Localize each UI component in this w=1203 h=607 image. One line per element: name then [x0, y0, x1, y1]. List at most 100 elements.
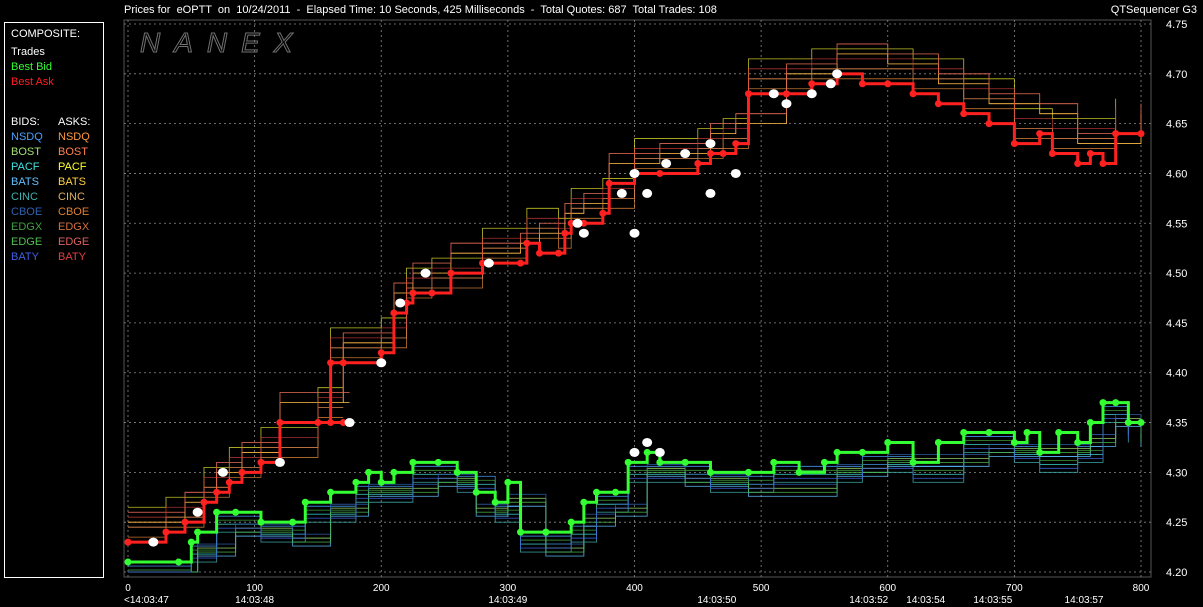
best-bid-point: [1055, 429, 1063, 437]
best-bid-point: [593, 488, 601, 496]
best-bid-point: [289, 518, 297, 526]
x-tick-label: 700: [1006, 583, 1023, 594]
best-ask-point: [200, 498, 208, 506]
best-ask-point: [181, 518, 189, 526]
best-bid-point: [175, 558, 183, 566]
best-bid-point: [1023, 429, 1031, 437]
trade-point: [654, 447, 665, 457]
trade-point: [642, 437, 653, 447]
best-bid-point: [213, 508, 221, 516]
trade-point: [806, 89, 817, 99]
best-ask-point: [1086, 150, 1094, 158]
best-bid-point: [390, 468, 398, 476]
best-ask-point: [314, 419, 322, 427]
best-ask-point: [523, 239, 531, 247]
trade-point: [705, 188, 716, 198]
best-bid-point: [934, 438, 942, 446]
best-bid-point: [377, 478, 385, 486]
trade-point: [420, 268, 431, 278]
best-bid-point: [434, 458, 442, 466]
best-ask-point: [536, 249, 544, 257]
best-bid-point: [681, 458, 689, 466]
best-bid-point: [884, 438, 892, 446]
best-ask-point: [599, 209, 607, 217]
best-bid-point: [327, 488, 335, 496]
best-bid-point: [909, 458, 917, 466]
time-label: <14:03:47: [124, 595, 169, 606]
best-ask-point: [124, 538, 132, 546]
trade-point: [629, 447, 640, 457]
watermark: NANEX: [140, 27, 306, 58]
best-bid-point: [795, 468, 803, 476]
x-tick-label: 500: [753, 583, 770, 594]
best-bid-point: [257, 518, 265, 526]
y-tick-label: 4.25: [1166, 517, 1187, 529]
time-label: 14:03:54: [906, 595, 945, 606]
best-ask-point: [162, 528, 170, 536]
best-bid-point: [656, 458, 664, 466]
trade-point: [483, 258, 494, 268]
trade-point: [344, 418, 355, 428]
trade-point: [274, 457, 285, 467]
best-ask-point: [960, 110, 968, 118]
time-label: 14:03:50: [697, 595, 736, 606]
time-label: 14:03:55: [973, 595, 1012, 606]
y-tick-label: 4.40: [1166, 368, 1187, 380]
best-bid-point: [1112, 399, 1120, 407]
best-bid-point: [1099, 399, 1107, 407]
y-tick-label: 4.45: [1166, 318, 1187, 330]
best-bid-point: [624, 458, 632, 466]
best-ask-point: [732, 140, 740, 148]
best-ask-point: [858, 80, 866, 88]
best-ask-point: [884, 80, 892, 88]
best-ask-point: [447, 269, 455, 277]
x-tick-label: 0: [125, 583, 131, 594]
best-bid-point: [1036, 448, 1044, 456]
best-ask-point: [744, 90, 752, 98]
best-ask-point: [555, 249, 563, 257]
best-bid-point: [858, 448, 866, 456]
y-tick-label: 4.75: [1166, 19, 1187, 31]
trade-point: [661, 158, 672, 168]
best-ask-point: [1036, 130, 1044, 138]
best-bid-point: [491, 498, 499, 506]
best-ask-point: [327, 419, 335, 427]
trade-point: [192, 507, 203, 517]
best-ask-point: [808, 80, 816, 88]
best-ask-point: [339, 359, 347, 367]
best-ask-point: [517, 259, 525, 267]
trade-point: [578, 228, 589, 238]
best-ask-point: [390, 309, 398, 317]
best-ask-point: [1112, 130, 1120, 138]
x-axis: 0 100 200 300 400 500 600 700 800 <14:03:47 14:03:…: [124, 583, 1150, 606]
trade-point: [629, 168, 640, 178]
best-bid-point: [1124, 419, 1132, 427]
x-tick-label: 600: [879, 583, 896, 594]
price-chart: NANEX 4.754.704.654.604.554.504.454.404.…: [123, 19, 1187, 606]
best-bid-point: [643, 448, 651, 456]
best-ask-point: [257, 458, 265, 466]
y-axis: 4.75 4.70 4.65 4.60 4.55 4.50 4.45 4.40 4.35 4.30…: [1166, 19, 1187, 579]
best-bid-point: [352, 478, 360, 486]
best-ask-point: [238, 468, 246, 476]
y-tick-label: 4.50: [1166, 268, 1187, 280]
best-ask-point: [605, 179, 613, 187]
trade-point: [832, 69, 843, 79]
trade-point: [730, 168, 741, 178]
best-bid-point: [365, 468, 373, 476]
y-tick-label: 4.30: [1166, 467, 1187, 479]
trade-point: [825, 79, 836, 89]
best-bid-point: [820, 458, 828, 466]
best-bid-point: [580, 498, 588, 506]
time-label: 14:03:49: [488, 595, 527, 606]
trade-point: [572, 218, 583, 228]
y-tick-label: 4.70: [1166, 69, 1187, 81]
trade-point: [629, 228, 640, 238]
best-bid-point: [1137, 419, 1145, 427]
trade-point: [217, 467, 228, 477]
best-ask-point: [1010, 140, 1018, 148]
best-ask-point: [561, 229, 569, 237]
best-ask-point: [1137, 130, 1145, 138]
best-ask-point: [428, 289, 436, 297]
best-bid-point: [453, 468, 461, 476]
